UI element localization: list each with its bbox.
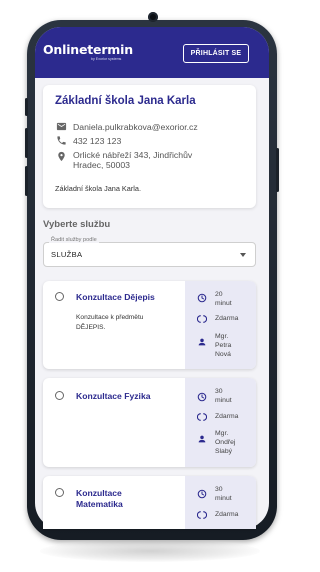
service-name: Konzultace Fyzika <box>76 391 151 401</box>
organization-phone[interactable]: 432 123 123 <box>73 136 121 146</box>
phone-volume-down-button <box>25 166 28 196</box>
dropdown-arrow-icon[interactable] <box>240 253 246 257</box>
service-name: Konzultace Dějepis <box>76 292 155 302</box>
sort-select-label: Řadit služby podle <box>49 237 99 243</box>
price-tag-icon <box>197 511 207 519</box>
service-price: Zdarma <box>215 413 239 420</box>
app-logo-subtext: by Exorior systems <box>91 57 122 61</box>
service-price: Zdarma <box>215 511 239 518</box>
mail-icon <box>56 122 67 131</box>
service-radio-dejepis[interactable] <box>55 292 64 301</box>
organization-email[interactable]: Daniela.pulkrabkova@exorior.cz <box>73 122 198 132</box>
phone-mute-button <box>25 98 28 116</box>
services-section-title: Vyberte službu <box>43 219 111 230</box>
device-shadow <box>40 540 260 562</box>
service-name-line1: Konzultace <box>76 488 122 498</box>
phone-power-button <box>276 148 279 192</box>
person-icon <box>198 338 206 346</box>
service-price: Zdarma <box>215 315 239 322</box>
organization-description: Základní škola Jana Karla. <box>55 184 141 193</box>
phone-volume-up-button <box>25 128 28 158</box>
service-duration-unit: minut <box>215 495 232 502</box>
service-staff-line3: Slabý <box>215 448 233 455</box>
service-duration-unit: minut <box>215 300 232 307</box>
service-duration-value: 30 <box>215 486 223 493</box>
service-duration-value: 30 <box>215 388 223 395</box>
service-staff-line1: Mgr. <box>215 333 229 340</box>
service-radio-matematika[interactable] <box>55 488 64 497</box>
front-camera <box>148 12 158 22</box>
clock-icon <box>197 489 207 499</box>
organization-address-line2: Hradec, 50003 <box>73 160 130 170</box>
phone-icon <box>57 136 66 145</box>
service-staff-line3: Nová <box>215 351 231 358</box>
organization-name: Základní škola Jana Karla <box>55 95 196 107</box>
service-staff-line2: Petra <box>215 342 232 349</box>
clock-icon <box>197 392 207 402</box>
service-radio-fyzika[interactable] <box>55 391 64 400</box>
service-description-line1: Konzultace k předmětu <box>76 314 144 321</box>
price-tag-icon <box>197 315 207 323</box>
service-staff-line1: Mgr. <box>215 430 229 437</box>
clock-icon <box>197 293 207 303</box>
service-description-line2: DĚJEPIS. <box>76 324 106 331</box>
location-pin-icon <box>58 151 65 162</box>
organization-address-line1: Orlické nábřeží 343, Jindřichův <box>73 150 193 160</box>
service-staff-line2: Ondřej <box>215 439 236 446</box>
service-duration-value: 20 <box>215 291 223 298</box>
price-tag-icon <box>197 413 207 421</box>
person-icon <box>198 435 206 443</box>
service-duration-unit: minut <box>215 397 232 404</box>
app-logo[interactable]: Onlinetermin <box>43 42 133 57</box>
service-name-line2: Matematika <box>76 499 123 509</box>
sort-select-value[interactable]: SLUŽBA <box>51 250 82 259</box>
login-button[interactable]: PŘIHLÁSIT SE <box>183 44 249 63</box>
